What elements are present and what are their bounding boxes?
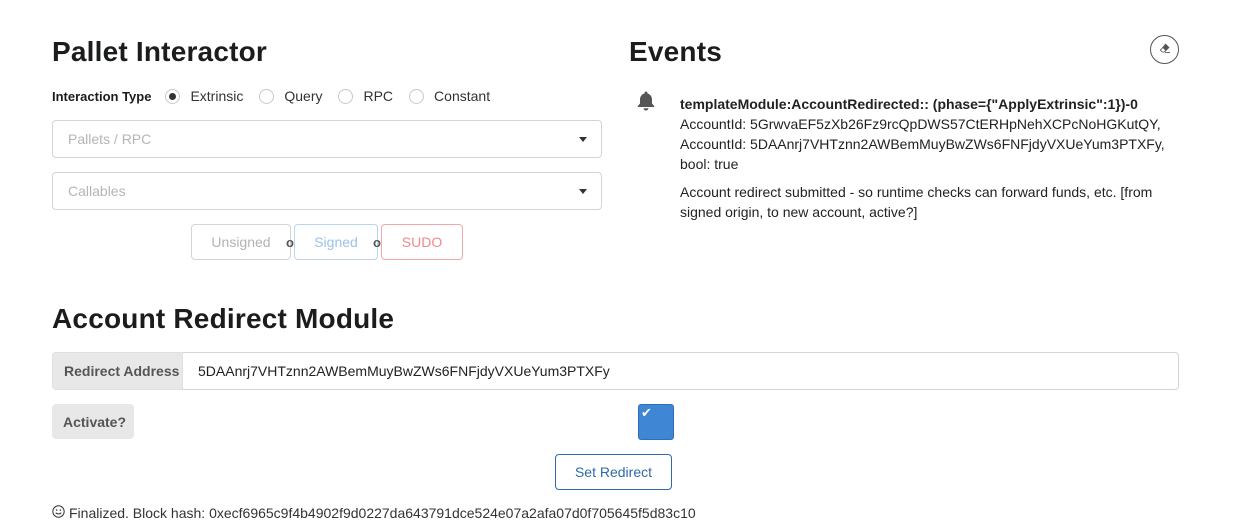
set-redirect-button[interactable]: Set Redirect: [555, 454, 672, 490]
smile-icon: [52, 505, 65, 521]
chevron-down-icon: [579, 189, 587, 194]
radio-rpc-circle[interactable]: [338, 88, 354, 104]
callables-dropdown[interactable]: Callables: [52, 172, 602, 210]
activate-checkbox[interactable]: ✔: [638, 404, 674, 440]
chevron-down-icon: [579, 137, 587, 142]
status-bar: Finalized. Block hash: 0xecf6965c9f4b490…: [52, 505, 696, 521]
signed-button[interactable]: Signed: [294, 224, 378, 260]
radio-rpc[interactable]: RPC: [338, 88, 393, 104]
clear-events-button[interactable]: [1150, 35, 1179, 64]
eraser-icon: [1159, 41, 1171, 59]
sudo-button[interactable]: SUDO: [381, 224, 463, 260]
radio-extrinsic-circle[interactable]: [165, 88, 181, 104]
radio-rpc-label: RPC: [363, 88, 394, 104]
radio-query-circle[interactable]: [259, 88, 275, 104]
pallets-dropdown[interactable]: Pallets / RPC: [52, 120, 602, 158]
events-title: Events: [629, 36, 723, 67]
check-icon: ✔: [641, 405, 652, 420]
event-body: templateModule:AccountRedirected:: (phas…: [680, 94, 1176, 222]
pallet-interactor-title: Pallet Interactor: [52, 36, 268, 67]
redirect-address-field: Redirect Address: [52, 352, 1179, 390]
pallets-dropdown-placeholder: Pallets / RPC: [68, 131, 152, 147]
account-redirect-title: Account Redirect Module: [52, 303, 395, 334]
bell-icon: [636, 90, 656, 117]
interaction-type-row: Interaction Type Extrinsic Query RPC Con…: [52, 86, 506, 106]
submit-button-group: Unsigned or Signed or SUDO: [191, 224, 463, 260]
radio-query[interactable]: Query: [259, 88, 322, 104]
radio-query-label: Query: [284, 88, 323, 104]
unsigned-button[interactable]: Unsigned: [191, 224, 291, 260]
interaction-type-label: Interaction Type: [52, 88, 152, 104]
radio-constant-label: Constant: [434, 88, 491, 104]
status-text: Finalized. Block hash: 0xecf6965c9f4b490…: [69, 505, 696, 521]
radio-constant[interactable]: Constant: [409, 88, 490, 104]
callables-dropdown-placeholder: Callables: [68, 183, 126, 199]
event-heading: templateModule:AccountRedirected:: (phas…: [680, 96, 1138, 112]
activate-label: Activate?: [52, 404, 134, 439]
redirect-address-label: Redirect Address: [52, 352, 183, 390]
redirect-address-input[interactable]: [183, 352, 1179, 390]
event-params: AccountId: 5GrwvaEF5zXb26Fz9rcQpDWS57CtE…: [680, 116, 1165, 172]
event-description: Account redirect submitted - so runtime …: [680, 184, 1153, 220]
radio-extrinsic-label: Extrinsic: [190, 88, 244, 104]
radio-extrinsic[interactable]: Extrinsic: [165, 88, 243, 104]
radio-constant-circle[interactable]: [409, 88, 425, 104]
